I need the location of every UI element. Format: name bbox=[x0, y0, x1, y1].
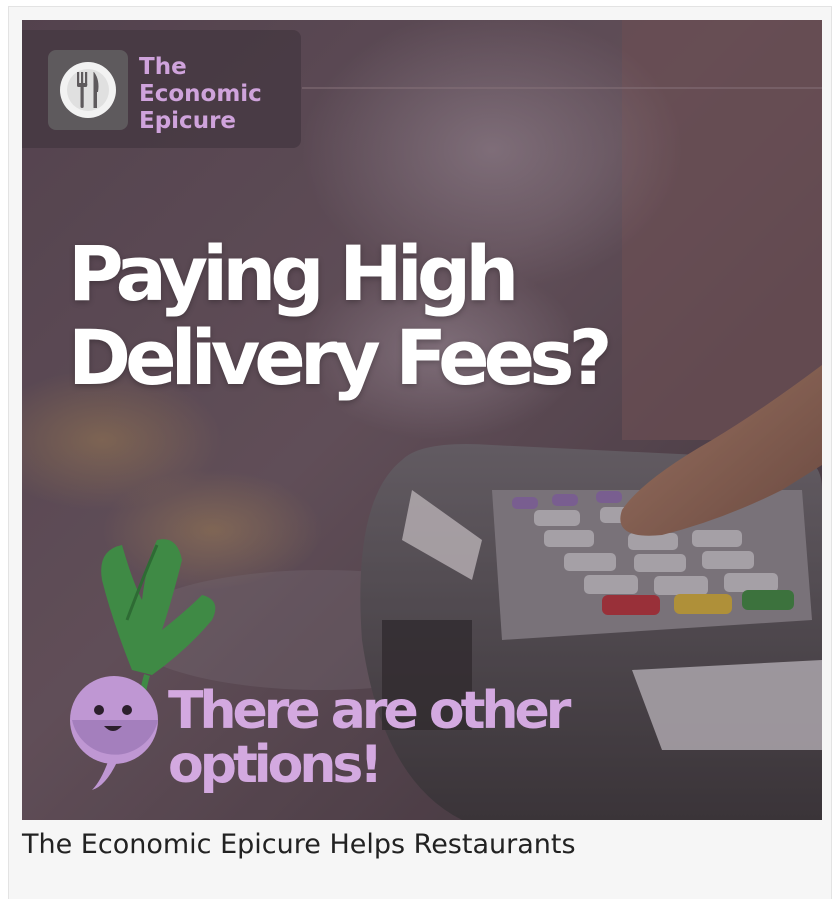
tagline-line-2: options! bbox=[168, 735, 383, 795]
brand-line-1: The bbox=[139, 54, 187, 80]
promo-image[interactable]: The Economic Epicure Paying High Deliver… bbox=[22, 20, 822, 820]
tagline: There are other options! bbox=[168, 684, 628, 792]
headline: Paying High Delivery Fees? bbox=[68, 232, 628, 400]
image-caption: The Economic Epicure Helps Restaurants bbox=[22, 829, 576, 860]
headline-line-2: Delivery Fees? bbox=[68, 313, 613, 402]
brand-line-3: Epicure bbox=[139, 108, 237, 134]
brand-name: The Economic Epicure bbox=[139, 54, 297, 135]
plate-icon bbox=[48, 50, 128, 130]
brand-line-2: Economic bbox=[139, 81, 262, 107]
image-card: The Economic Epicure Paying High Deliver… bbox=[8, 6, 832, 899]
brand-badge[interactable]: The Economic Epicure bbox=[22, 30, 301, 148]
headline-line-1: Paying High bbox=[68, 229, 519, 318]
tagline-line-1: There are other bbox=[168, 681, 571, 741]
